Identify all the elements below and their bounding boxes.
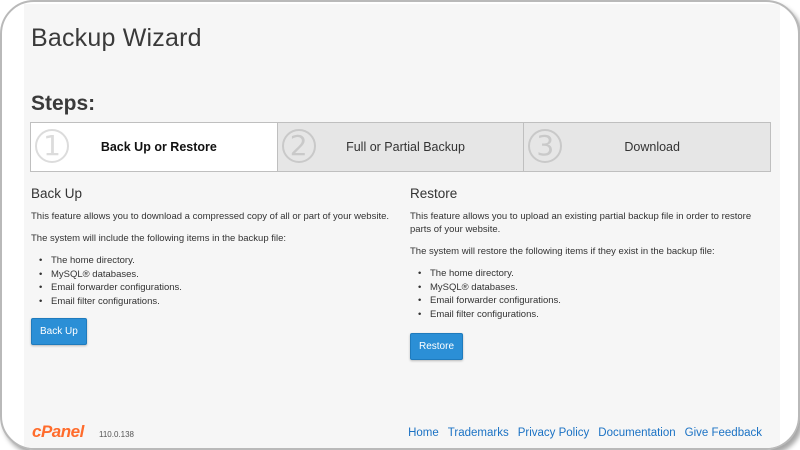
restore-items-list: The home directory. MySQL® databases. Em… bbox=[418, 267, 770, 321]
step-download[interactable]: 3 Download bbox=[524, 123, 771, 171]
footer-link-privacy-policy[interactable]: Privacy Policy bbox=[518, 427, 590, 439]
footer-link-give-feedback[interactable]: Give Feedback bbox=[685, 427, 762, 439]
restore-includes-text: The system will restore the following it… bbox=[410, 246, 715, 257]
steps-bar: 1 Back Up or Restore 2 Full or Partial B… bbox=[30, 122, 771, 172]
list-item: MySQL® databases. bbox=[39, 268, 391, 282]
footer-link-home[interactable]: Home bbox=[408, 427, 439, 439]
step-3-label: Download bbox=[624, 140, 680, 154]
step-2-number-icon: 2 bbox=[281, 129, 316, 163]
footer-links: Home Trademarks Privacy Policy Documenta… bbox=[408, 427, 762, 439]
back-up-button[interactable]: Back Up bbox=[31, 318, 87, 345]
footer-link-documentation[interactable]: Documentation bbox=[598, 427, 675, 439]
footer-link-trademarks[interactable]: Trademarks bbox=[448, 427, 509, 439]
step-1-number-icon: 1 bbox=[35, 129, 69, 163]
restore-heading: Restore bbox=[410, 186, 458, 201]
restore-description: This feature allows you to upload an exi… bbox=[410, 211, 752, 235]
step-1-label: Back Up or Restore bbox=[100, 140, 217, 154]
steps-heading: Steps: bbox=[31, 92, 96, 115]
list-item: Email filter configurations. bbox=[39, 295, 391, 309]
list-item: Email filter configurations. bbox=[418, 308, 770, 322]
page-title: Backup Wizard bbox=[31, 24, 202, 52]
backup-description: This feature allows you to download a co… bbox=[31, 211, 390, 222]
backup-section: Back Up This feature allows you to downl… bbox=[31, 186, 391, 345]
list-item: Email forwarder configurations. bbox=[418, 294, 770, 308]
step-full-or-partial-backup[interactable]: 2 Full or Partial Backup bbox=[277, 123, 525, 171]
cpanel-logo[interactable]: cPanel bbox=[32, 422, 84, 442]
list-item: The home directory. bbox=[418, 267, 770, 281]
backup-includes-text: The system will include the following it… bbox=[31, 233, 287, 244]
backup-items-list: The home directory. MySQL® databases. Em… bbox=[39, 254, 391, 308]
list-item: Email forwarder configurations. bbox=[39, 281, 391, 295]
list-item: MySQL® databases. bbox=[418, 281, 770, 295]
restore-button[interactable]: Restore bbox=[410, 333, 464, 360]
step-2-label: Full or Partial Backup bbox=[346, 140, 465, 154]
backup-heading: Back Up bbox=[31, 186, 83, 201]
version-text: 110.0.138 bbox=[99, 430, 134, 439]
footer: cPanel 110.0.138 Home Trademarks Privacy… bbox=[24, 422, 780, 446]
window-frame: Backup Wizard Steps: 1 Back Up or Restor… bbox=[0, 0, 800, 450]
step-back-up-or-restore[interactable]: 1 Back Up or Restore bbox=[31, 123, 278, 171]
page-content: Backup Wizard Steps: 1 Back Up or Restor… bbox=[24, 4, 780, 448]
list-item: The home directory. bbox=[39, 254, 391, 268]
restore-section: Restore This feature allows you to uploa… bbox=[410, 186, 770, 360]
step-3-number-icon: 3 bbox=[528, 129, 563, 163]
